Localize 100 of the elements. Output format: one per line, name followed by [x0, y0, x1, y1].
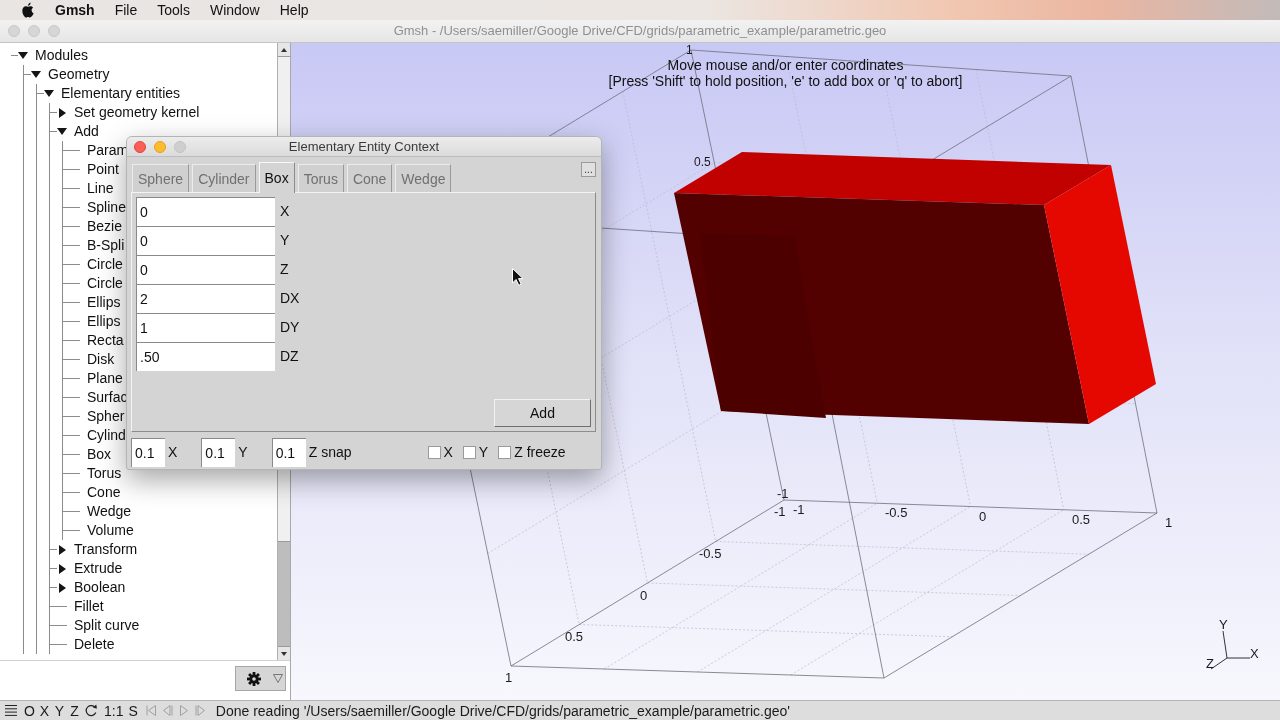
caret-right-icon[interactable]	[58, 107, 66, 118]
field-label: Y	[280, 231, 290, 250]
checkbox[interactable]	[498, 446, 512, 459]
tree-item[interactable]: Cylind	[87, 427, 126, 444]
scroll-down-button[interactable]	[278, 646, 290, 660]
axis-label: Y	[1219, 617, 1228, 632]
snap-field[interactable]: 0.1	[271, 438, 306, 467]
tree-item[interactable]: B-Spli	[87, 237, 125, 254]
snap-field[interactable]: 0.1	[131, 438, 165, 467]
tree-item[interactable]: Point	[87, 161, 119, 178]
menu-item[interactable]: Window	[209, 0, 260, 21]
tree-item[interactable]: Split curve	[74, 617, 140, 634]
tree-item[interactable]: Wedge	[87, 503, 132, 520]
field-label: X	[280, 202, 290, 221]
view-axis-button[interactable]: X	[37, 703, 52, 718]
axis-tick-label: 0.5	[565, 629, 584, 644]
checkbox-label: Y	[478, 443, 489, 462]
caret-right-icon[interactable]	[58, 544, 66, 555]
add-button[interactable]: Add	[494, 399, 591, 427]
tree-item[interactable]: Fillet	[74, 598, 104, 615]
tree-item[interactable]: Circle	[87, 275, 123, 292]
tree-item[interactable]: Transform	[74, 541, 138, 558]
axis-tick-label: 0	[640, 588, 648, 603]
menu-item[interactable]: Tools	[157, 0, 190, 21]
tree-item[interactable]: Geometry	[48, 66, 110, 83]
tree-item[interactable]: Boolean	[74, 579, 126, 596]
tree-item[interactable]: Ellips	[87, 313, 121, 330]
app-menu[interactable]: Gmsh	[55, 0, 95, 21]
checkbox-label: X	[443, 443, 453, 462]
window-title: Gmsh - /Users/saemiller/Google Drive/CFD/grids/parametric_example/parametric.geo	[393, 22, 887, 41]
menu-icon[interactable]	[5, 705, 17, 716]
tree-item[interactable]: Torus	[87, 465, 122, 482]
value-field[interactable]: 2	[136, 284, 275, 313]
tree-item[interactable]: Bezie	[87, 218, 123, 235]
axis-tick-label: -0.5	[699, 546, 722, 561]
axis-tick-label: 0.5	[1072, 512, 1091, 527]
axis-tick-label: 1	[505, 670, 513, 685]
menu-item[interactable]: File	[114, 0, 138, 21]
caret-up-icon	[281, 47, 287, 52]
tree-item[interactable]: Spher	[87, 408, 125, 425]
rotate-icon[interactable]	[85, 704, 98, 717]
hint-text: [Press 'Shift' to hold position, 'e' to add box or 'q' to abort]	[608, 73, 963, 89]
value-field[interactable]: 0	[136, 255, 275, 284]
axis-tick-label: 1	[1165, 515, 1173, 530]
checkbox[interactable]	[462, 446, 476, 459]
tree-item[interactable]: Modules	[35, 47, 88, 64]
apple-icon[interactable]	[21, 2, 35, 18]
caret-right-icon[interactable]	[58, 582, 66, 593]
axis-tick-label: -1	[774, 504, 786, 519]
tree-item[interactable]: Set geometry kernel	[74, 104, 200, 121]
caret-down-icon[interactable]	[31, 71, 41, 78]
tree-item[interactable]: Ellips	[87, 294, 121, 311]
tree-item[interactable]: Plane	[87, 370, 123, 387]
snap-label: Y	[238, 443, 248, 462]
value-field[interactable]: .50	[136, 342, 275, 371]
axis-tick-label: 1	[686, 43, 693, 57]
tree-item[interactable]: Line	[87, 180, 114, 197]
value-field[interactable]: 0	[136, 226, 275, 255]
status-message: Done reading '/Users/saemiller/Google Drive/CFD/grids/parametric_example/parametric.geo'	[215, 703, 790, 718]
view-option-button[interactable]: 1:1	[104, 703, 124, 718]
caret-down-icon[interactable]	[18, 52, 28, 59]
view-axis-button[interactable]: Y	[52, 703, 67, 718]
tree-item[interactable]: Surfac	[87, 389, 128, 406]
tree-item[interactable]: Elementary entities	[61, 85, 181, 102]
tree-item[interactable]: Delete	[74, 636, 115, 653]
menu-item[interactable]: Help	[279, 0, 309, 21]
more-button[interactable]: ...	[581, 162, 596, 177]
view-axis-button[interactable]: Z	[67, 703, 82, 718]
tree-item[interactable]: Circle	[87, 256, 123, 273]
settings-button[interactable]	[235, 666, 286, 691]
axis-tick-label: 0.5	[694, 155, 711, 169]
view-axis-button[interactable]: O	[22, 703, 37, 718]
tree-item[interactable]: Spline	[87, 199, 126, 216]
caret-right-icon[interactable]	[58, 563, 66, 574]
caret-down-icon[interactable]	[44, 90, 54, 97]
tab[interactable]: Box	[258, 162, 295, 193]
tree-item[interactable]: Recta	[87, 332, 124, 349]
caret-down-icon[interactable]	[57, 128, 67, 135]
scroll-up-button[interactable]	[278, 43, 290, 57]
tree-item[interactable]: Add	[74, 123, 99, 140]
value-field[interactable]: 0	[136, 197, 275, 226]
value-field[interactable]: 1	[136, 313, 275, 342]
mouse-pointer-icon	[512, 268, 524, 286]
tree-item[interactable]: Box	[87, 446, 112, 463]
snap-field[interactable]: 0.1	[201, 438, 236, 467]
gear-icon	[247, 671, 261, 686]
view-option-button[interactable]: S	[128, 703, 138, 718]
close-icon[interactable]	[134, 140, 146, 153]
tree-item[interactable]: Extrude	[74, 560, 123, 577]
tree-item[interactable]: Cone	[87, 484, 121, 501]
dialog-title: Elementary Entity Context	[288, 138, 440, 156]
caret-down-icon	[281, 651, 287, 656]
snap-label: X	[168, 443, 178, 462]
field-label: Z	[280, 260, 289, 279]
prompt-text: Move mouse and/or enter coordinates	[667, 57, 904, 73]
axis-label: X	[1250, 646, 1259, 661]
axis-tick-label: -0.5	[885, 505, 908, 520]
tree-item[interactable]: Volume	[87, 522, 134, 539]
checkbox[interactable]	[427, 446, 441, 459]
tree-item[interactable]: Disk	[87, 351, 115, 368]
